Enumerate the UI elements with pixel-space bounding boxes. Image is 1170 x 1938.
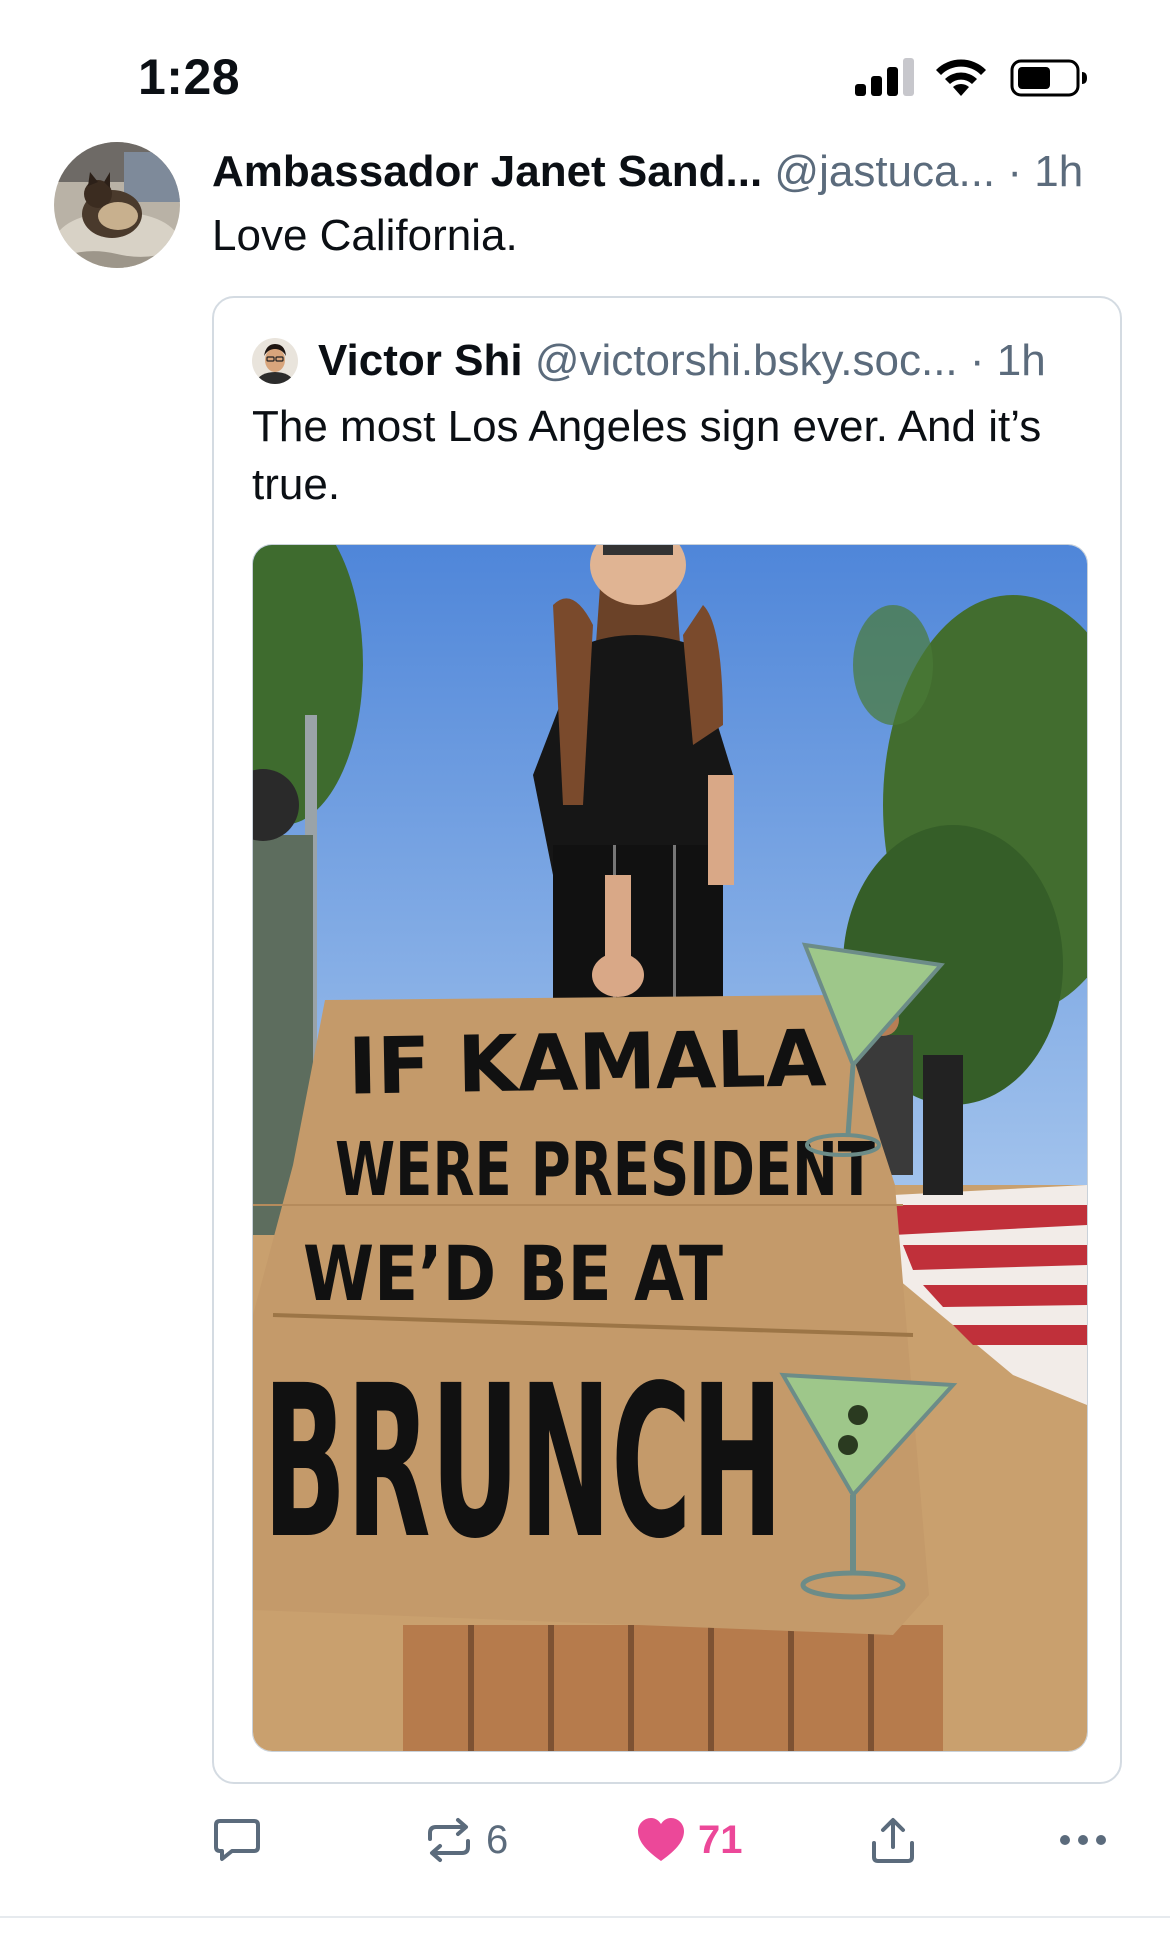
quote-header: Victor Shi @victorshi.bsky.soc... · 1h — [318, 334, 1098, 388]
sign-line-4: BRUNCH — [263, 1340, 783, 1585]
author-name[interactable]: Ambassador Janet Sand... — [212, 147, 762, 196]
quote-separator-dot: · — [957, 336, 997, 385]
repost-count: 6 — [486, 1817, 509, 1862]
person-avatar-icon — [252, 338, 298, 384]
author-handle[interactable]: @jastuca... — [774, 147, 995, 196]
more-icon — [1060, 1835, 1106, 1845]
sign-line-1: IF KAMALA — [347, 1014, 827, 1112]
battery-icon — [1010, 59, 1087, 97]
like-count: 71 — [698, 1817, 743, 1862]
post-divider — [0, 1916, 1170, 1918]
repost-icon — [428, 1818, 470, 1862]
status-time: 1:28 — [138, 49, 241, 105]
post-actions: 6 71 — [0, 1800, 1170, 1880]
quote-author-name[interactable]: Victor Shi — [318, 336, 523, 385]
cat-avatar-icon — [54, 142, 180, 268]
quote-text: The most Los Angeles sign ever. And it’s… — [252, 402, 1042, 509]
wifi-icon — [936, 59, 986, 96]
more-options-button[interactable] — [1058, 1800, 1108, 1880]
share-button[interactable] — [868, 1800, 918, 1880]
repost-button[interactable]: 6 — [424, 1800, 508, 1880]
reply-icon — [214, 1819, 260, 1861]
sign-line-2: WERE PRESIDENT — [335, 1127, 875, 1213]
post-text: Love California. — [212, 211, 518, 260]
protest-sign-photo: IF KAMALA WERE PRESIDENT WE’D BE AT BRUN… — [253, 545, 1087, 1751]
cellular-signal-icon — [855, 58, 915, 96]
quote-author-avatar[interactable] — [252, 338, 298, 384]
quoted-post-card[interactable]: Victor Shi @victorshi.bsky.soc... · 1h T… — [212, 296, 1122, 1784]
author-avatar[interactable] — [54, 142, 180, 268]
heart-icon — [638, 1818, 684, 1861]
post-header: Ambassador Janet Sand... @jastuca... · 1… — [212, 144, 1132, 200]
post-time[interactable]: 1h — [1034, 147, 1083, 196]
status-bar: 1:28 — [0, 0, 1170, 150]
quote-time[interactable]: 1h — [997, 336, 1046, 385]
like-button[interactable]: 71 — [636, 1800, 743, 1880]
sign-line-3: WE’D BE AT — [303, 1229, 723, 1318]
quote-photo[interactable]: IF KAMALA WERE PRESIDENT WE’D BE AT BRUN… — [252, 544, 1088, 1752]
quote-author-handle[interactable]: @victorshi.bsky.soc... — [535, 336, 958, 385]
reply-button[interactable] — [212, 1800, 262, 1880]
separator-dot: · — [995, 147, 1035, 196]
share-icon — [872, 1818, 914, 1863]
